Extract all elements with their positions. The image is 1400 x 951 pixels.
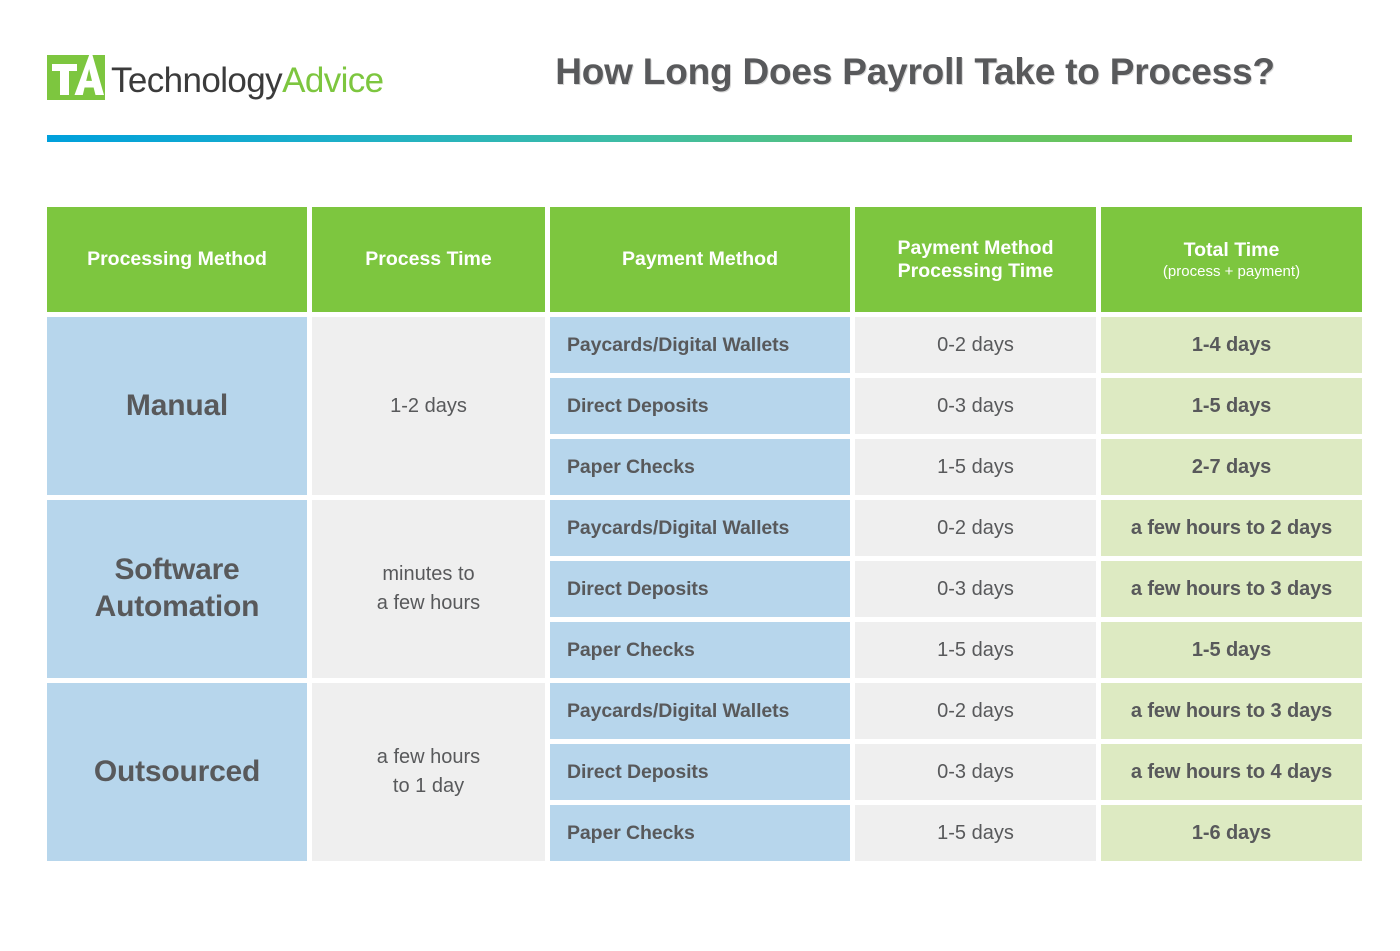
cell-total-time: 1-5 days bbox=[1101, 378, 1362, 434]
group-method-line2: Automation bbox=[94, 590, 260, 623]
group-rows: Paycards/Digital Wallets 0-2 days 1-4 da… bbox=[550, 317, 1362, 495]
table-header-row: Processing Method Process Time Payment M… bbox=[47, 207, 1362, 312]
page-header: TechnologyAdvice How Long Does Payroll T… bbox=[0, 0, 1400, 150]
group-processing-method: Outsourced bbox=[47, 683, 307, 861]
cell-payment-processing-time: 1-5 days bbox=[855, 805, 1096, 861]
cell-payment-processing-time: 0-2 days bbox=[855, 683, 1096, 739]
table-group-manual: Manual 1-2 days Paycards/Digital Wallets… bbox=[47, 317, 1362, 495]
column-header-label-line2: Processing Time bbox=[897, 259, 1054, 282]
group-method-line1: Outsourced bbox=[93, 754, 261, 788]
column-header-total-time: Total Time (process + payment) bbox=[1101, 207, 1362, 312]
cell-payment-method: Paper Checks bbox=[550, 439, 850, 495]
cell-payment-processing-time: 0-3 days bbox=[855, 561, 1096, 617]
group-process-time-text: minutes to a few hours bbox=[377, 560, 480, 618]
table-row: Paper Checks 1-5 days 1-6 days bbox=[550, 805, 1362, 861]
ta-monogram-icon bbox=[47, 50, 109, 100]
column-header-process-time: Process Time bbox=[312, 207, 545, 312]
table-group-outsourced: Outsourced a few hours to 1 day Paycards… bbox=[47, 683, 1362, 861]
cell-payment-processing-time: 0-2 days bbox=[855, 317, 1096, 373]
group-method-line1: Manual bbox=[125, 388, 229, 422]
cell-payment-method: Paycards/Digital Wallets bbox=[550, 317, 850, 373]
group-process-time-line2: to 1 day bbox=[392, 775, 465, 797]
cell-payment-processing-time: 0-3 days bbox=[855, 378, 1096, 434]
table-row: Direct Deposits 0-3 days a few hours to … bbox=[550, 561, 1362, 617]
cell-total-time: a few hours to 2 days bbox=[1101, 500, 1362, 556]
table-body: Manual 1-2 days Paycards/Digital Wallets… bbox=[47, 317, 1362, 861]
cell-payment-processing-time: 0-3 days bbox=[855, 744, 1096, 800]
cell-total-time: a few hours to 3 days bbox=[1101, 561, 1362, 617]
logo-word-technology: Technology bbox=[111, 61, 283, 100]
table-row: Paycards/Digital Wallets 0-2 days a few … bbox=[550, 500, 1362, 556]
cell-payment-method: Paper Checks bbox=[550, 805, 850, 861]
table-row: Paper Checks 1-5 days 1-5 days bbox=[550, 622, 1362, 678]
cell-payment-method: Paycards/Digital Wallets bbox=[550, 500, 850, 556]
cell-payment-method: Paper Checks bbox=[550, 622, 850, 678]
group-process-time: a few hours to 1 day bbox=[312, 683, 545, 861]
column-header-payment-method-processing-time: Payment Method Processing Time bbox=[855, 207, 1096, 312]
cell-total-time: 1-5 days bbox=[1101, 622, 1362, 678]
table-row: Paycards/Digital Wallets 0-2 days 1-4 da… bbox=[550, 317, 1362, 373]
cell-total-time: 1-6 days bbox=[1101, 805, 1362, 861]
group-processing-method: Software Automation bbox=[47, 500, 307, 678]
group-process-time: 1-2 days bbox=[312, 317, 545, 495]
cell-payment-method: Direct Deposits bbox=[550, 378, 850, 434]
cell-payment-method: Direct Deposits bbox=[550, 744, 850, 800]
cell-payment-method: Direct Deposits bbox=[550, 561, 850, 617]
page-title: How Long Does Payroll Take to Process? bbox=[555, 51, 1275, 92]
group-process-time: minutes to a few hours bbox=[312, 500, 545, 678]
column-header-payment-method: Payment Method bbox=[550, 207, 850, 312]
cell-payment-method: Paycards/Digital Wallets bbox=[550, 683, 850, 739]
cell-total-time: 1-4 days bbox=[1101, 317, 1362, 373]
column-header-processing-method: Processing Method bbox=[47, 207, 307, 312]
header-gradient-divider bbox=[47, 135, 1352, 142]
payroll-timing-table: Processing Method Process Time Payment M… bbox=[47, 207, 1362, 861]
group-method-text: Software Automation bbox=[95, 552, 260, 625]
group-method-text: Outsourced bbox=[93, 754, 261, 791]
logo-word-advice: Advice bbox=[282, 61, 384, 100]
group-process-time-text: 1-2 days bbox=[390, 392, 467, 421]
group-rows: Paycards/Digital Wallets 0-2 days a few … bbox=[550, 500, 1362, 678]
column-header-label: Payment Method bbox=[621, 248, 779, 270]
column-header-label: Total Time bbox=[1183, 238, 1280, 261]
group-rows: Paycards/Digital Wallets 0-2 days a few … bbox=[550, 683, 1362, 861]
group-method-line1: Software bbox=[114, 553, 240, 587]
cell-payment-processing-time: 1-5 days bbox=[855, 622, 1096, 678]
table-row: Direct Deposits 0-3 days a few hours to … bbox=[550, 744, 1362, 800]
technologyadvice-logo: TechnologyAdvice bbox=[47, 48, 384, 100]
column-header-label: Process Time bbox=[365, 248, 492, 270]
cell-payment-processing-time: 1-5 days bbox=[855, 439, 1096, 495]
cell-payment-processing-time: 0-2 days bbox=[855, 500, 1096, 556]
group-process-time-line1: minutes to bbox=[382, 563, 475, 585]
cell-total-time: 2-7 days bbox=[1101, 439, 1362, 495]
group-process-time-line1: a few hours bbox=[376, 746, 481, 768]
group-process-time-line1: 1-2 days bbox=[390, 394, 467, 417]
infographic-page: TechnologyAdvice How Long Does Payroll T… bbox=[0, 0, 1400, 951]
column-header-label: Processing Method bbox=[87, 248, 267, 270]
table-row: Direct Deposits 0-3 days 1-5 days bbox=[550, 378, 1362, 434]
group-processing-method: Manual bbox=[47, 317, 307, 495]
group-process-time-text: a few hours to 1 day bbox=[377, 743, 480, 801]
table-group-software-automation: Software Automation minutes to a few hou… bbox=[47, 500, 1362, 678]
group-process-time-line2: a few hours bbox=[376, 592, 481, 614]
table-row: Paper Checks 1-5 days 2-7 days bbox=[550, 439, 1362, 495]
logo-wordmark: TechnologyAdvice bbox=[111, 63, 384, 98]
table-row: Paycards/Digital Wallets 0-2 days a few … bbox=[550, 683, 1362, 739]
group-method-text: Manual bbox=[126, 388, 228, 425]
column-header-sublabel: (process + payment) bbox=[1162, 262, 1301, 280]
cell-total-time: a few hours to 3 days bbox=[1101, 683, 1362, 739]
cell-total-time: a few hours to 4 days bbox=[1101, 744, 1362, 800]
column-header-label-line1: Payment Method bbox=[897, 236, 1054, 259]
